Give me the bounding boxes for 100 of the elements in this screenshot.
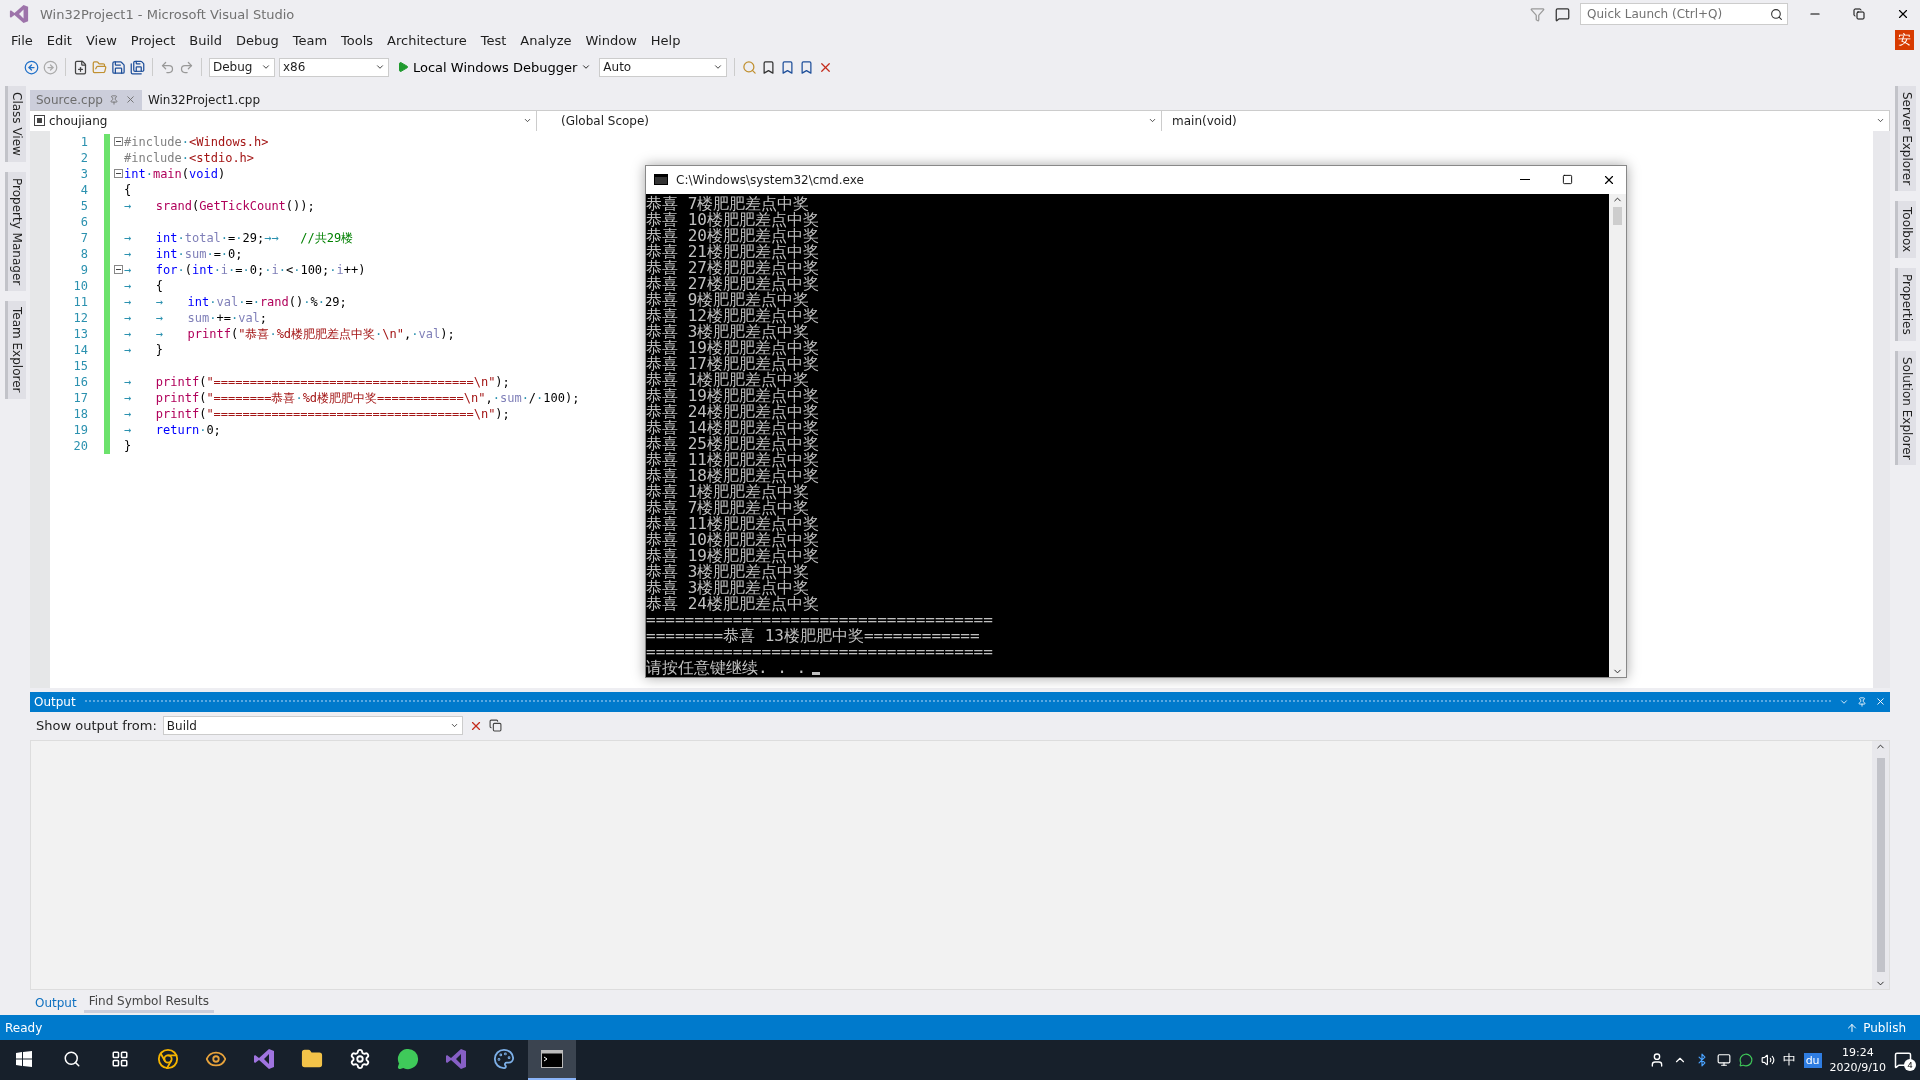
- configuration-dropdown[interactable]: Debug: [209, 57, 275, 77]
- menu-item[interactable]: Architecture: [380, 32, 474, 48]
- notifications-button[interactable]: 4: [1894, 1051, 1912, 1069]
- panel-title: Output: [34, 694, 76, 709]
- gear-icon[interactable]: [349, 1048, 371, 1070]
- code-line: → → printf("恭喜·%d楼肥肥差点中奖·\n",·val);: [124, 325, 455, 342]
- back-icon[interactable]: [24, 59, 39, 75]
- close-icon[interactable]: [1875, 696, 1886, 708]
- menu-item[interactable]: Help: [643, 32, 688, 48]
- menu-item[interactable]: Test: [473, 32, 514, 48]
- side-tab[interactable]: Class View: [4, 86, 26, 162]
- console-line: 恭喜 27楼肥肥差点中奖: [646, 259, 819, 276]
- line-number: 17: [72, 389, 88, 406]
- code-line: }: [124, 437, 132, 454]
- side-tab[interactable]: Properties: [1894, 268, 1916, 341]
- save-icon[interactable]: [111, 59, 126, 75]
- side-tab[interactable]: Toolbox: [1894, 201, 1916, 259]
- search-icon[interactable]: [1770, 7, 1783, 21]
- console-line: 恭喜 12楼肥肥差点中奖: [646, 307, 819, 324]
- collapse-icon[interactable]: [114, 169, 123, 179]
- menu-item[interactable]: File: [4, 32, 40, 48]
- text-cursor: [812, 671, 821, 675]
- task-view-icon[interactable]: [111, 1050, 129, 1068]
- publish-button[interactable]: Publish: [1840, 1019, 1912, 1036]
- input-method-indicator[interactable]: 中: [1782, 1051, 1796, 1069]
- console-line: 恭喜 24楼肥肥差点中奖: [646, 403, 819, 420]
- feedback-icon[interactable]: [1555, 6, 1570, 22]
- collapse-icon[interactable]: [114, 265, 123, 275]
- menu-item[interactable]: View: [78, 32, 124, 48]
- console-line: 恭喜 14楼肥肥差点中奖: [646, 419, 819, 436]
- volume-icon[interactable]: [1760, 1053, 1775, 1067]
- minimize-icon: [1520, 179, 1530, 181]
- console-line: ====================================: [646, 643, 993, 660]
- side-tab[interactable]: Property Manager: [4, 171, 26, 292]
- caret-icon: [261, 62, 271, 72]
- line-number: 3: [79, 165, 88, 182]
- tray-app-icon[interactable]: du: [1803, 1052, 1822, 1068]
- scrollbar-thumb[interactable]: [1876, 757, 1885, 973]
- menu-item[interactable]: Window: [578, 32, 644, 48]
- side-tab[interactable]: Server Explorer: [1894, 86, 1916, 192]
- line-number: 1: [79, 133, 88, 150]
- bookmark-icon[interactable]: [761, 59, 777, 75]
- clock[interactable]: 19:24 2020/9/10: [1829, 1045, 1886, 1075]
- caret-icon: [713, 62, 724, 72]
- collapse-icon[interactable]: [114, 137, 123, 147]
- code-line: → {: [124, 277, 163, 294]
- chat-bubbles-icon[interactable]: [397, 1048, 419, 1070]
- code-line: → for·(int·i·=·0;·i·<·100;·i++): [124, 261, 366, 278]
- close-icon[interactable]: [124, 94, 136, 106]
- platform-dropdown[interactable]: x86: [279, 57, 389, 77]
- new-file-icon[interactable]: [73, 59, 88, 75]
- output-source-dropdown[interactable]: Build: [162, 716, 463, 736]
- side-tab[interactable]: Solution Explorer: [1894, 350, 1916, 466]
- bookmark-icon[interactable]: [799, 59, 815, 75]
- menu-item[interactable]: Debug: [228, 32, 286, 48]
- code-line: → return·0;: [124, 421, 221, 438]
- member-dropdown[interactable]: main(void): [1168, 110, 1890, 131]
- play-icon: [397, 61, 409, 73]
- console-line: 恭喜 3楼肥肥差点中奖: [646, 579, 810, 596]
- quick-launch-field[interactable]: Quick Launch (Ctrl+Q): [1580, 3, 1788, 25]
- side-tab[interactable]: Team Explorer: [4, 301, 26, 399]
- line-number: 4: [79, 181, 88, 198]
- code-line: → printf("====================================\n");: [124, 405, 510, 422]
- start-debugger-button[interactable]: Local Windows Debugger: [393, 59, 596, 75]
- browser-icon[interactable]: [157, 1048, 179, 1070]
- target-dropdown[interactable]: Auto: [599, 57, 728, 77]
- taskbar-button[interactable]: [528, 1040, 576, 1080]
- document-tab[interactable]: Win32Project1.cpp: [141, 89, 267, 110]
- menu-item[interactable]: Analyze: [513, 32, 579, 48]
- menu-item[interactable]: Tools: [334, 32, 381, 48]
- word-wrap-icon[interactable]: [488, 719, 502, 733]
- menu-item[interactable]: Build: [182, 32, 229, 48]
- console-title: C:\Windows\system32\cmd.exe: [676, 172, 865, 187]
- bookmark-icon[interactable]: [780, 59, 796, 75]
- line-number: 15: [72, 357, 88, 374]
- code-line: → → sum·+=·val;: [124, 309, 268, 326]
- search-icon[interactable]: [63, 1050, 81, 1068]
- scope-dropdown[interactable]: (Global Scope): [543, 110, 1162, 131]
- save-all-icon[interactable]: [130, 59, 145, 75]
- console-line: 恭喜 7楼肥肥差点中奖: [646, 499, 810, 516]
- menu-item[interactable]: Project: [123, 32, 183, 48]
- scrollbar-thumb[interactable]: [1613, 206, 1622, 225]
- panel-tab[interactable]: Output: [30, 993, 82, 1012]
- studio-icon[interactable]: [445, 1048, 467, 1070]
- project-dropdown[interactable]: choujiang: [30, 110, 537, 131]
- code-line: → int·total·=·29;→→ //共29楼: [124, 229, 354, 246]
- folder-icon[interactable]: [301, 1048, 323, 1070]
- studio-icon[interactable]: [253, 1048, 275, 1070]
- console-icon[interactable]: [541, 1050, 563, 1068]
- pin-icon[interactable]: [1857, 696, 1867, 707]
- windows-logo-icon[interactable]: [16, 1051, 32, 1067]
- scrollbar-track[interactable]: [1873, 130, 1890, 688]
- menu-item[interactable]: Edit: [39, 32, 79, 48]
- network-icon[interactable]: [1716, 1053, 1731, 1067]
- palette-icon[interactable]: [493, 1048, 515, 1070]
- code-line: #include·<Windows.h>: [124, 133, 269, 150]
- menu-item[interactable]: Team: [285, 32, 335, 48]
- line-number: 19: [72, 421, 88, 438]
- chat-bubbles-icon[interactable]: [1738, 1053, 1753, 1067]
- user-badge[interactable]: 安: [1895, 30, 1914, 50]
